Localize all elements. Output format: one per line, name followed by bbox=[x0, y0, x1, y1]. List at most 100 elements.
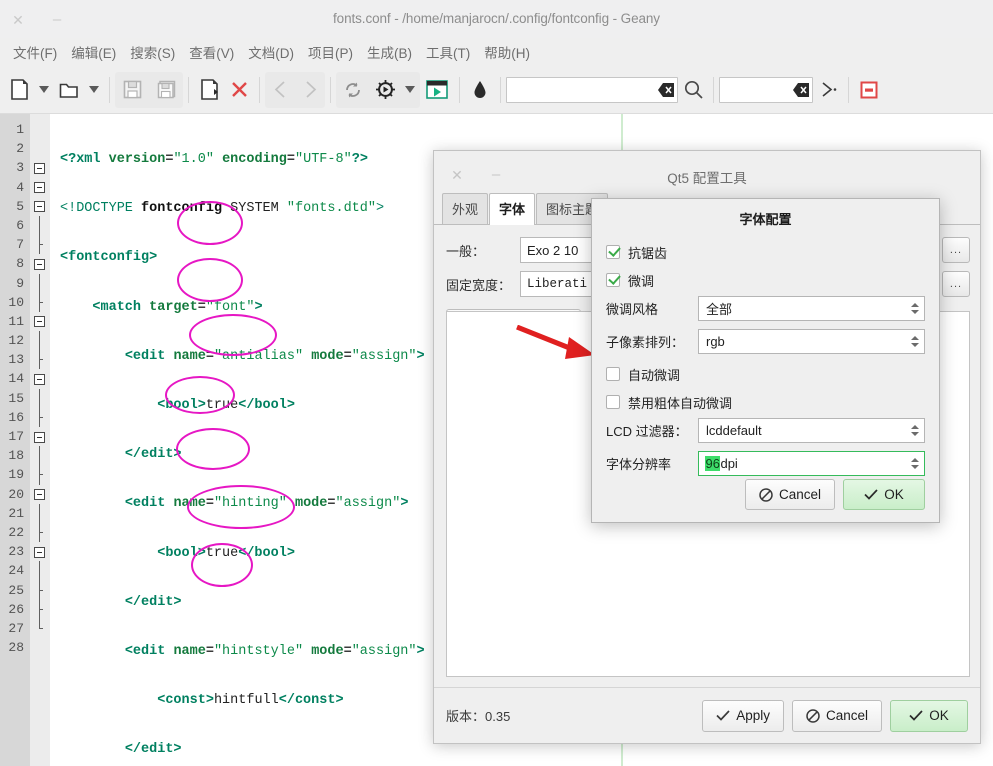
search-magnifier-icon bbox=[684, 80, 703, 99]
goto-line-icon bbox=[821, 82, 836, 97]
hinting-checkbox[interactable] bbox=[606, 273, 620, 287]
tab-appearance[interactable]: 外观 bbox=[442, 193, 489, 224]
ok-button[interactable]: OK bbox=[890, 699, 968, 732]
lcd-filter-label: LCD 过滤器： bbox=[606, 424, 688, 439]
line-number: 27 bbox=[8, 620, 24, 636]
revert-button[interactable] bbox=[194, 73, 224, 107]
no-bold-autohint-checkbox-row[interactable]: 禁用粗体自动微调 bbox=[606, 389, 925, 415]
antialias-checkbox-row[interactable]: 抗锯齿 bbox=[606, 239, 925, 265]
toolbar-divider bbox=[330, 76, 331, 103]
save-all-button[interactable] bbox=[149, 73, 183, 107]
navigate-back-button[interactable] bbox=[265, 73, 295, 107]
font-config-ok-label: OK bbox=[884, 487, 904, 502]
save-button[interactable] bbox=[115, 73, 149, 107]
menu-file[interactable]: 文件(F) bbox=[6, 39, 64, 65]
goto-field-wrapper bbox=[719, 76, 813, 103]
menu-document[interactable]: 文档(D) bbox=[241, 39, 301, 65]
line-number: 8 bbox=[16, 256, 24, 272]
run-button[interactable] bbox=[420, 73, 454, 107]
line-number: 12 bbox=[8, 333, 24, 349]
tab-fonts[interactable]: 字体 bbox=[489, 193, 536, 225]
clear-search-icon[interactable] bbox=[658, 82, 674, 97]
build-button[interactable] bbox=[370, 73, 400, 107]
spinner-arrows-icon[interactable] bbox=[909, 330, 920, 353]
subpixel-order-combobox[interactable]: rgb bbox=[698, 329, 925, 354]
new-document-button[interactable] bbox=[4, 73, 34, 107]
open-file-button[interactable] bbox=[54, 73, 84, 107]
menu-view[interactable]: 查看(V) bbox=[182, 39, 241, 65]
antialias-checkbox[interactable] bbox=[606, 245, 620, 259]
fixed-font-browse-button[interactable]: ... bbox=[942, 271, 970, 297]
font-config-title: 字体配置 bbox=[739, 212, 792, 227]
subpixel-order-row: 子像素排列： rgb bbox=[606, 328, 925, 355]
cancel-button[interactable]: Cancel bbox=[791, 699, 882, 732]
subpixel-order-value: rgb bbox=[706, 334, 725, 349]
toolbar-divider bbox=[459, 76, 460, 103]
font-dpi-value[interactable]: 96 bbox=[705, 456, 721, 471]
fold-toggle[interactable] bbox=[30, 254, 50, 273]
fold-margin[interactable] bbox=[30, 114, 50, 766]
menu-build[interactable]: 生成(B) bbox=[360, 39, 419, 65]
autohint-checkbox[interactable] bbox=[606, 367, 620, 381]
autohint-checkbox-row[interactable]: 自动微调 bbox=[606, 361, 925, 387]
fold-toggle[interactable] bbox=[30, 312, 50, 331]
line-number: 5 bbox=[16, 198, 24, 214]
fold-toggle[interactable] bbox=[30, 427, 50, 446]
toolbar bbox=[0, 66, 993, 114]
menu-edit[interactable]: 编辑(E) bbox=[64, 39, 123, 65]
check-icon bbox=[864, 489, 878, 500]
line-number: 22 bbox=[8, 524, 24, 540]
general-font-browse-button[interactable]: ... bbox=[942, 237, 970, 263]
build-dropdown-button[interactable] bbox=[400, 73, 420, 107]
font-config-ok-button[interactable]: OK bbox=[843, 479, 925, 510]
apply-label: Apply bbox=[736, 708, 770, 723]
color-picker-icon bbox=[474, 81, 486, 98]
spinner-arrows-icon[interactable] bbox=[909, 419, 920, 442]
menu-tools[interactable]: 工具(T) bbox=[419, 39, 477, 65]
line-number-gutter: 1 2 3 4 5 6 7 8 9 10 11 12 13 14 15 16 1… bbox=[0, 114, 30, 766]
color-chooser-button[interactable] bbox=[465, 73, 495, 107]
font-config-cancel-label: Cancel bbox=[778, 487, 821, 502]
hinting-checkbox-row[interactable]: 微调 bbox=[606, 267, 925, 293]
menu-search[interactable]: 搜索(S) bbox=[123, 39, 182, 65]
hinting-label: 微调 bbox=[628, 273, 655, 289]
fold-toggle[interactable] bbox=[30, 178, 50, 197]
menu-help[interactable]: 帮助(H) bbox=[477, 39, 537, 65]
search-button[interactable] bbox=[678, 73, 708, 107]
lcd-filter-combobox[interactable]: lcddefault bbox=[698, 418, 925, 443]
line-number: 4 bbox=[16, 179, 24, 195]
save-all-icon bbox=[157, 80, 175, 99]
line-number: 9 bbox=[16, 275, 24, 291]
quit-button[interactable] bbox=[854, 73, 884, 107]
open-recent-dropdown-button[interactable] bbox=[84, 73, 104, 107]
fold-toggle[interactable] bbox=[30, 158, 50, 177]
fold-toggle[interactable] bbox=[30, 197, 50, 216]
fold-toggle[interactable] bbox=[30, 369, 50, 388]
new-document-dropdown-button[interactable] bbox=[34, 73, 54, 107]
geany-titlebar: ✕ – fonts.conf - /home/manjarocn/.config… bbox=[0, 0, 993, 38]
toolbar-divider bbox=[259, 76, 260, 103]
line-number: 13 bbox=[8, 352, 24, 368]
line-number: 18 bbox=[8, 448, 24, 464]
apply-button[interactable]: Apply bbox=[702, 699, 784, 732]
close-document-button[interactable] bbox=[224, 73, 254, 107]
compile-button[interactable] bbox=[336, 73, 370, 107]
hint-style-combobox[interactable]: 全部 bbox=[698, 296, 925, 321]
menu-project[interactable]: 项目(P) bbox=[301, 39, 360, 65]
font-dpi-spinbox[interactable]: 96 dpi bbox=[698, 451, 925, 476]
spinner-arrows-icon[interactable] bbox=[909, 452, 920, 475]
reload-icon bbox=[346, 82, 360, 97]
no-bold-autohint-checkbox[interactable] bbox=[606, 395, 620, 409]
fold-toggle[interactable] bbox=[30, 542, 50, 561]
hint-style-label: 微调风格 bbox=[606, 302, 659, 317]
spinner-arrows-icon[interactable] bbox=[909, 297, 920, 320]
fold-toggle[interactable] bbox=[30, 485, 50, 504]
ban-icon bbox=[759, 487, 773, 502]
search-input[interactable] bbox=[506, 76, 678, 103]
font-config-cancel-button[interactable]: Cancel bbox=[744, 479, 835, 510]
font-config-buttons: Cancel OK bbox=[737, 479, 925, 510]
clear-goto-icon[interactable] bbox=[793, 82, 809, 97]
navigate-forward-button[interactable] bbox=[295, 73, 325, 107]
goto-line-button[interactable] bbox=[813, 73, 843, 107]
line-number: 25 bbox=[8, 582, 24, 598]
